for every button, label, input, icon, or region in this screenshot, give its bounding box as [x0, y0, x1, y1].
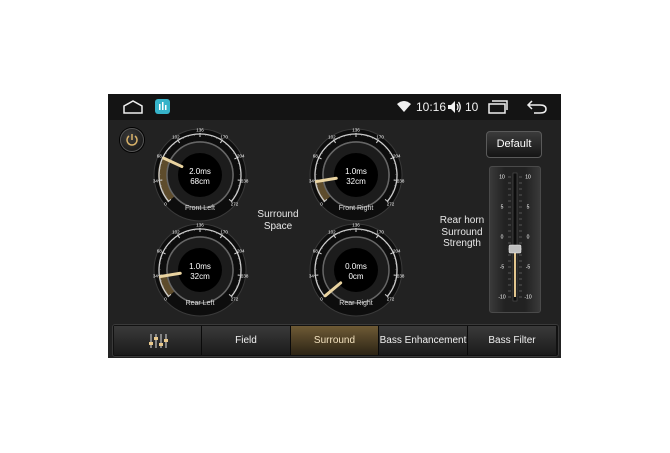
- dial-tick-label: 204: [237, 153, 245, 158]
- dial-tick-label: 170: [220, 230, 228, 235]
- slider-tick-label: 10: [525, 175, 531, 181]
- tab-surround[interactable]: Surround: [291, 326, 379, 355]
- tab-bass-enhancement[interactable]: Bass Enhancement: [379, 326, 468, 355]
- dial-name: Front Right: [338, 205, 374, 212]
- dial-tick-label: 34: [309, 178, 315, 183]
- back-arrow-icon[interactable]: [526, 99, 548, 114]
- equalizer-sliders-icon: [148, 334, 168, 348]
- dial-tick-label: 68: [313, 153, 319, 158]
- slider-tick-label: 5: [501, 205, 504, 211]
- tab-bass-filter[interactable]: Bass Filter: [468, 326, 556, 355]
- slider-tick-label: 10: [499, 175, 505, 181]
- dial-front-left[interactable]: 0 34 68 102 136 170 204 238 272 2.0ms 68cm Front …: [150, 127, 250, 227]
- rear-horn-strength-slider[interactable]: 10 10 5 5 0 0 -5 -5 -10 -10: [489, 166, 541, 313]
- dial-tick-label: 204: [237, 248, 245, 253]
- dial-rear-right[interactable]: 0 34 68 102 136 170 204 238 272 0.0ms 0cm Rear Ri…: [306, 222, 406, 322]
- dial-tick-label: 204: [393, 153, 401, 158]
- dial-tick-label: 238: [241, 178, 249, 183]
- dial-distance: 32cm: [346, 177, 366, 186]
- dial-front-right[interactable]: 0 34 68 102 136 170 204 238 272 1.0ms 32cm Front …: [306, 127, 406, 227]
- dial-tick-label: 34: [153, 178, 159, 183]
- dial-tick-label: 136: [196, 128, 204, 133]
- clock: 10:16: [416, 100, 447, 114]
- dial-name: Rear Right: [339, 300, 373, 307]
- surround-space-label: Surround Space: [257, 209, 299, 232]
- rear-horn-label: Rear horn Surround Strength: [439, 215, 485, 249]
- default-button[interactable]: Default: [486, 131, 542, 158]
- dial-tick-label: 102: [172, 135, 180, 140]
- power-button[interactable]: [120, 128, 144, 152]
- slider-graphic[interactable]: 10 10 5 5 0 0 -5 -5 -10 -10: [490, 167, 540, 312]
- dial-tick-label: 34: [309, 273, 315, 278]
- wifi-icon: [397, 101, 411, 112]
- dial-tick-label: 238: [241, 273, 249, 278]
- speaker-icon[interactable]: [447, 100, 461, 114]
- tab-equalizer[interactable]: [114, 326, 202, 355]
- dial-tick-label: 170: [220, 135, 228, 140]
- dial-tick-label: 68: [157, 153, 163, 158]
- dial-tick-label: 238: [397, 273, 405, 278]
- car-audio-screen: 10:16 10 Default Surround Space Rear hor…: [108, 94, 561, 358]
- dial-tick-label: 170: [376, 135, 384, 140]
- slider-tick-label: -5: [526, 265, 531, 271]
- dial-tick-label: 102: [328, 230, 336, 235]
- dial-tick-label: 68: [313, 248, 319, 253]
- home-icon[interactable]: [123, 100, 143, 114]
- equalizer-app-icon[interactable]: [155, 99, 170, 114]
- dial-tick-label: 68: [157, 248, 163, 253]
- slider-level-fill: [514, 249, 516, 297]
- dial-tick-label: 238: [397, 178, 405, 183]
- dial-tick-label: 136: [196, 223, 204, 228]
- tab-field[interactable]: Field: [202, 326, 291, 355]
- dial-time: 1.0ms: [189, 262, 211, 271]
- dial-time: 2.0ms: [189, 167, 211, 176]
- slider-tick-label: 5: [527, 205, 530, 211]
- volume-level: 10: [465, 100, 479, 114]
- dial-time: 1.0ms: [345, 167, 367, 176]
- dial-distance: 68cm: [190, 177, 210, 186]
- recent-apps-icon[interactable]: [488, 100, 508, 114]
- dial-tick-label: 136: [352, 223, 360, 228]
- dial-distance: 32cm: [190, 272, 210, 281]
- bottom-tab-bar: Field Surround Bass Enhancement Bass Fil…: [112, 324, 559, 357]
- slider-tick-label: 0: [527, 235, 530, 241]
- slider-tick-label: -10: [498, 295, 505, 301]
- dial-time: 0.0ms: [345, 262, 367, 271]
- dial-tick-label: 204: [393, 248, 401, 253]
- slider-handle: [508, 244, 522, 254]
- dial-name: Rear Left: [185, 300, 215, 307]
- dial-tick-label: 136: [352, 128, 360, 133]
- status-bar: 10:16 10: [108, 94, 561, 120]
- dial-distance: 0cm: [348, 272, 364, 281]
- dial-tick-label: 102: [172, 230, 180, 235]
- dial-tick-label: 170: [376, 230, 384, 235]
- power-icon: [126, 134, 138, 146]
- dial-tick-label: 34: [153, 273, 159, 278]
- slider-tick-label: -5: [500, 265, 505, 271]
- slider-tick-label: -10: [524, 295, 531, 301]
- slider-tick-label: 0: [501, 235, 504, 241]
- dial-rear-left[interactable]: 0 34 68 102 136 170 204 238 272 1.0ms 32cm Rear L…: [150, 222, 250, 322]
- dial-name: Front Left: [185, 205, 215, 212]
- dial-tick-label: 102: [328, 135, 336, 140]
